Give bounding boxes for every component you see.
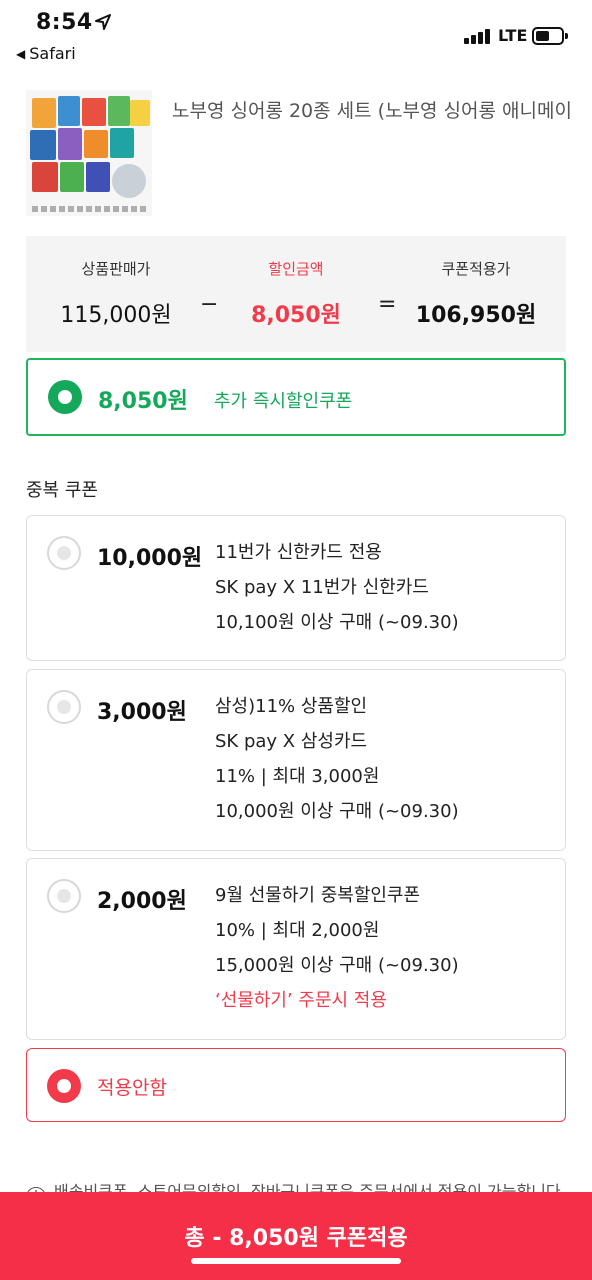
- status-bar: 8:54 ◀ Safari LTE: [0, 0, 592, 70]
- radio-selected-icon[interactable]: [47, 1069, 81, 1103]
- signal-icon: [464, 26, 494, 44]
- final-price-label: 쿠폰적용가: [441, 260, 511, 278]
- instant-coupon-amount: 8,050원: [98, 389, 188, 414]
- discount-value: 8,050원: [251, 303, 341, 328]
- coupon-line: SK pay X 삼성카드: [215, 731, 368, 752]
- apply-coupon-label: 총 - 8,050원 쿠폰적용: [184, 1226, 408, 1251]
- discount-label: 할인금액: [268, 260, 324, 278]
- product-title: 노부영 싱어롱 20종 세트 (노부영 싱어롱 애니메이: [172, 100, 572, 122]
- coupon-line: 삼성)11% 상품할인: [215, 696, 368, 717]
- back-app-label: Safari: [29, 44, 76, 63]
- network-type: LTE: [498, 26, 528, 45]
- home-indicator[interactable]: [191, 1258, 401, 1264]
- coupon-line: 10,000원 이상 구매 (~09.30): [215, 801, 459, 822]
- final-price-value: 106,950원: [415, 303, 537, 328]
- no-apply-label: 적용안함: [97, 1077, 167, 1099]
- back-to-safari[interactable]: ◀ Safari: [16, 44, 76, 63]
- battery-icon: [532, 27, 568, 45]
- no-apply-option[interactable]: 적용안함: [26, 1048, 566, 1122]
- coupon-amount: 2,000원: [97, 889, 187, 914]
- radio-unselected-icon[interactable]: [47, 690, 81, 724]
- sale-price-value: 115,000원: [60, 303, 172, 328]
- radio-unselected-icon[interactable]: [47, 536, 81, 570]
- coupon-line: SK pay X 11번가 신한카드: [215, 577, 429, 598]
- instant-coupon-desc: 추가 즉시할인쿠폰: [214, 391, 353, 412]
- coupon-line: 11% | 최대 3,000원: [215, 766, 380, 787]
- instant-coupon-option[interactable]: 8,050원 추가 즉시할인쿠폰: [26, 358, 566, 436]
- back-triangle-icon: ◀: [16, 47, 26, 61]
- coupon-option[interactable]: 3,000원 삼성)11% 상품할인 SK pay X 삼성카드 11% | 최…: [26, 669, 566, 851]
- sale-price-label: 상품판매가: [81, 260, 151, 278]
- coupon-amount: 10,000원: [97, 546, 203, 571]
- duplicate-coupon-title: 중복 쿠폰: [26, 480, 98, 501]
- product-info: 노부영 싱어롱 20종 세트 (노부영 싱어롱 애니메이: [26, 90, 572, 220]
- location-arrow-icon: [95, 14, 111, 30]
- coupon-line: 10,100원 이상 구매 (~09.30): [215, 612, 459, 633]
- coupon-note: ‘선물하기’ 주문시 적용: [215, 990, 387, 1011]
- apply-coupon-button[interactable]: 총 - 8,050원 쿠폰적용: [0, 1192, 592, 1280]
- price-summary: 상품판매가 115,000원 − 할인금액 8,050원 = 쿠폰적용가 106…: [26, 236, 566, 352]
- coupon-amount: 3,000원: [97, 700, 187, 725]
- radio-unselected-icon[interactable]: [47, 879, 81, 913]
- coupon-line: 11번가 신한카드 전용: [215, 542, 382, 563]
- coupon-line: 10% | 최대 2,000원: [215, 920, 380, 941]
- radio-selected-icon[interactable]: [48, 380, 82, 414]
- coupon-option[interactable]: 2,000원 9월 선물하기 중복할인쿠폰 10% | 최대 2,000원 15…: [26, 858, 566, 1040]
- coupon-line: 9월 선물하기 중복할인쿠폰: [215, 885, 421, 906]
- coupon-line: 15,000원 이상 구매 (~09.30): [215, 955, 459, 976]
- product-thumbnail[interactable]: [26, 90, 152, 216]
- clock: 8:54: [36, 10, 93, 35]
- coupon-option[interactable]: 10,000원 11번가 신한카드 전용 SK pay X 11번가 신한카드 …: [26, 515, 566, 661]
